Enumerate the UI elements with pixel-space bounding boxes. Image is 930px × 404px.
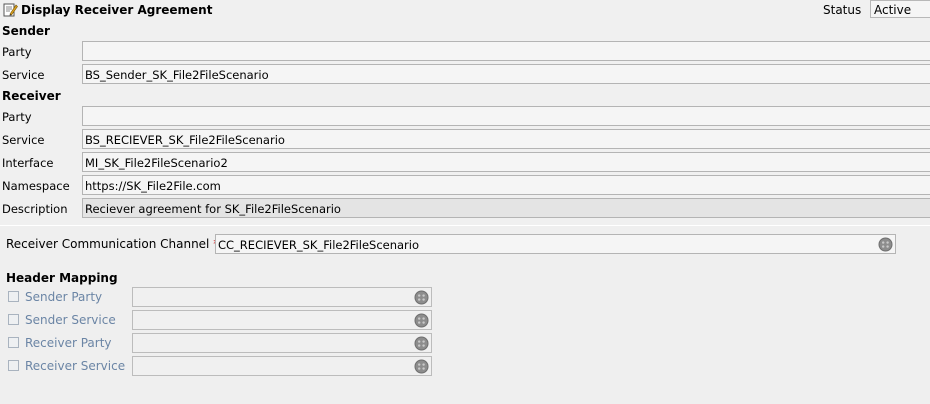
- namespace-field[interactable]: https://SK_File2File.com: [82, 175, 930, 195]
- title-bar: Display Receiver Agreement Status Active: [0, 0, 930, 20]
- sender-party-checkbox[interactable]: [8, 291, 19, 302]
- status-label: Status: [823, 3, 862, 17]
- receiver-service-label: Service: [2, 133, 45, 147]
- sender-service-checkbox[interactable]: [8, 314, 19, 325]
- receiver-party-mapping-field[interactable]: [132, 333, 432, 353]
- page-title: Display Receiver Agreement: [21, 3, 213, 17]
- status-value: Active: [870, 0, 930, 18]
- value-help-icon[interactable]: [414, 336, 429, 351]
- receiver-party-checkbox[interactable]: [8, 337, 19, 348]
- sender-party-field[interactable]: [82, 41, 930, 61]
- communication-channel-label-text: Receiver Communication Channel: [6, 237, 210, 251]
- receiver-service-mapping-field[interactable]: [132, 356, 432, 376]
- sender-service-label: Service: [2, 68, 45, 82]
- value-help-icon[interactable]: [414, 359, 429, 374]
- sender-service-field[interactable]: BS_Sender_SK_File2FileScenario: [82, 64, 930, 84]
- sender-service-mapping-field[interactable]: [132, 310, 432, 330]
- value-help-icon[interactable]: [878, 237, 893, 252]
- description-label: Description: [2, 202, 68, 216]
- interface-field[interactable]: MI_SK_File2FileScenario2: [82, 152, 930, 172]
- communication-channel-field[interactable]: CC_RECIEVER_SK_File2FileScenario: [215, 234, 896, 254]
- header-mapping-heading: Header Mapping: [6, 271, 118, 285]
- receiver-service-mapping-label: Receiver Service: [25, 359, 126, 373]
- sender-party-mapping-label: Sender Party: [25, 290, 103, 304]
- sender-service-mapping-label: Sender Service: [25, 313, 116, 327]
- edit-document-icon: [3, 2, 18, 17]
- sender-party-label: Party: [2, 45, 32, 59]
- receiver-party-label: Party: [2, 110, 32, 124]
- receiver-service-checkbox[interactable]: [8, 360, 19, 371]
- interface-label: Interface: [2, 156, 54, 170]
- receiver-heading: Receiver: [2, 89, 61, 103]
- receiver-party-mapping-label: Receiver Party: [25, 336, 112, 350]
- agreement-header-panel: Display Receiver Agreement Status Active…: [0, 0, 930, 224]
- receiver-service-field[interactable]: BS_RECIEVER_SK_File2FileScenario: [82, 129, 930, 149]
- receiver-party-field[interactable]: [82, 106, 930, 126]
- value-help-icon[interactable]: [414, 290, 429, 305]
- value-help-icon[interactable]: [414, 313, 429, 328]
- communication-channel-label: Receiver Communication Channel *: [6, 237, 219, 251]
- description-field[interactable]: Reciever agreement for SK_File2FileScena…: [82, 198, 930, 218]
- sender-party-mapping-field[interactable]: [132, 287, 432, 307]
- namespace-label: Namespace: [2, 179, 70, 193]
- sender-heading: Sender: [2, 24, 50, 38]
